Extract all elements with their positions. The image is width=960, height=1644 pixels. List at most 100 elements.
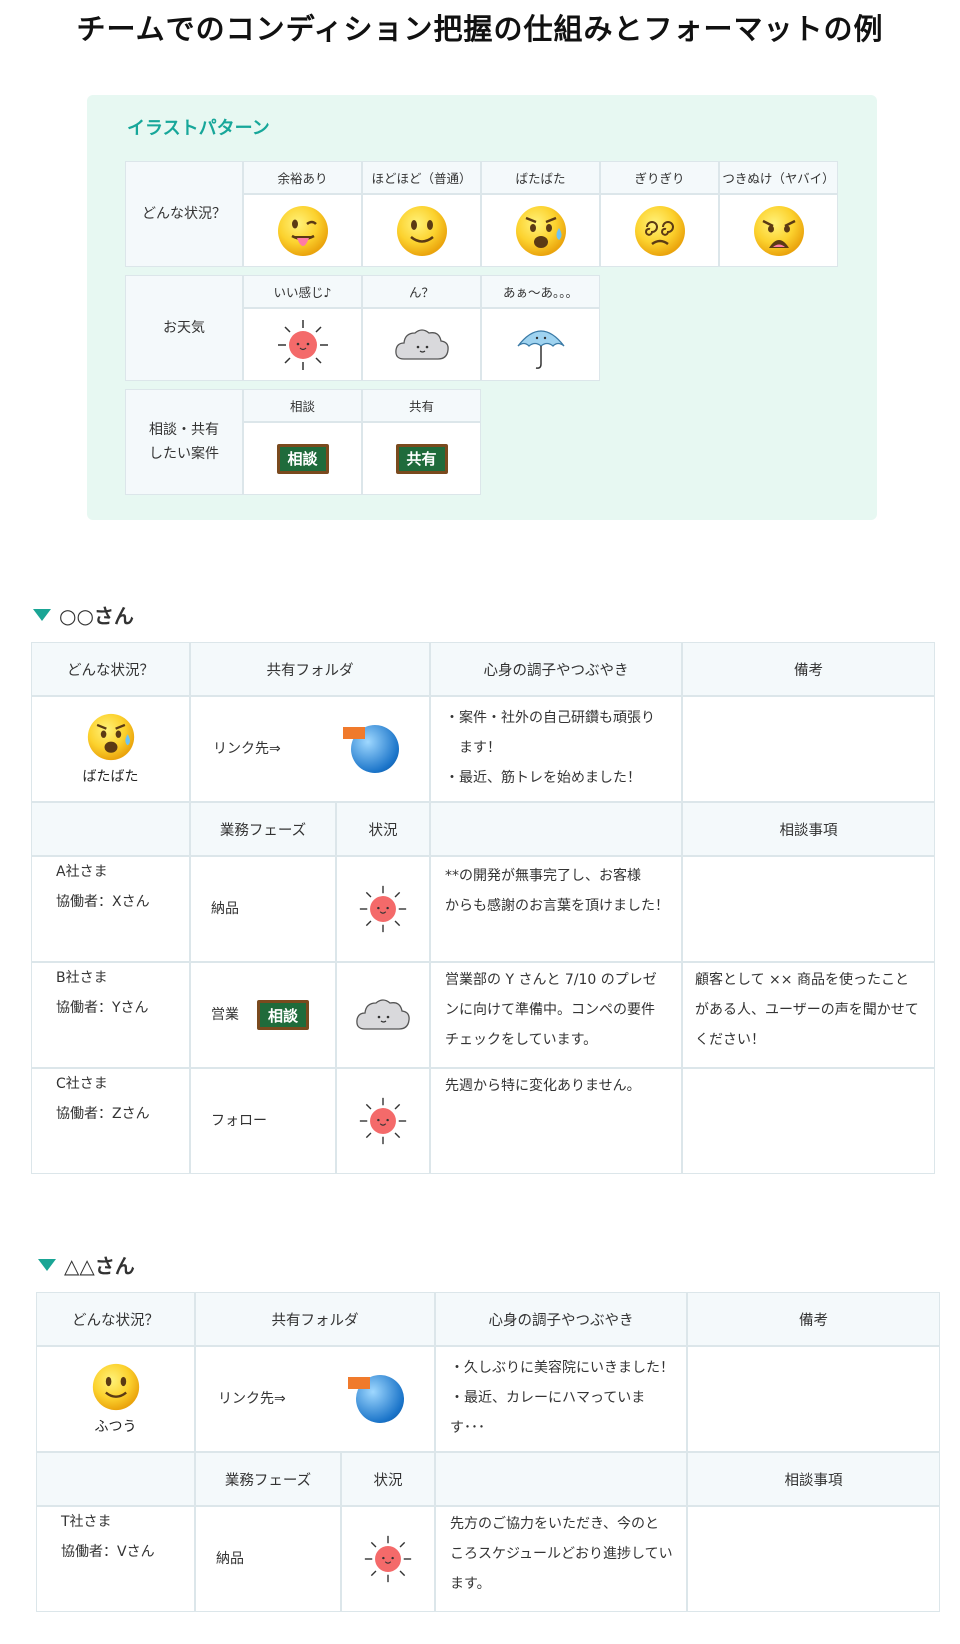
s2-tweets-cell: ・久しぶりに美容院にいきました！ ・最近、カレーにハマっています･･･: [435, 1346, 687, 1452]
note-line: ンに向けて準備中。コンペの要件: [445, 1002, 655, 1018]
s2-header-status: どんな状況？: [36, 1292, 195, 1346]
s2-folder-cell[interactable]: リンク先⇒: [195, 1346, 435, 1452]
s1-header-remarks: 備考: [682, 642, 935, 696]
s2-status-cell: ふつう: [36, 1346, 195, 1452]
kyouyu-board-icon: 共有: [395, 443, 448, 474]
consult-line: ください！: [695, 1032, 765, 1048]
sun-icon: [364, 1535, 412, 1583]
illust-label-yoyu: 余裕あり: [243, 161, 362, 194]
illust-label-n: ん？: [362, 275, 481, 308]
s1-folder-cell[interactable]: リンク先⇒: [190, 696, 430, 802]
triangle-down-icon: [38, 1258, 56, 1271]
table-row-client: T社さま 協働者：Vさん: [36, 1506, 195, 1612]
illust-label-batabata: ばたばた: [481, 161, 600, 194]
phase-cell: 納品: [190, 856, 336, 962]
consult-cell: [687, 1506, 940, 1612]
section-name-1: ○○さん: [59, 604, 134, 628]
s2-subheader-note: [435, 1452, 687, 1506]
client-name: T社さま: [61, 1514, 112, 1530]
sweat-face-icon: [87, 713, 134, 761]
illust-label-girigiri: ぎりぎり: [600, 161, 719, 194]
s2-tweet-line-2: ・最近、カレーにハマっています･･･: [450, 1390, 646, 1436]
consult-cell: 顧客として ×× 商品を使ったこと がある人、ユーザーの声を聞かせて ください！: [682, 962, 935, 1068]
s1-tweet-line-2: ます！: [459, 740, 501, 756]
s1-header-tweets: 心身の調子やつぶやき: [430, 642, 682, 696]
illust-label-aa: あぁ～あ。。。: [481, 275, 600, 308]
arrow-icon: [348, 1377, 370, 1389]
illust-cell-sun: [243, 308, 362, 381]
sun-icon: [277, 319, 328, 370]
s1-tweets-cell: ・案件・社外の自己研鑽も頑張り ます！ ・最近、筋トレを始めました！: [430, 696, 682, 802]
state-cell: [341, 1506, 435, 1612]
illust-cell-tsukinuke: [719, 194, 838, 267]
s1-status-label: ばたばた: [82, 769, 139, 785]
section-heading-1: ○○さん: [33, 600, 134, 629]
illust-cell-girigiri: [600, 194, 719, 267]
globe-link-icon[interactable]: [343, 725, 399, 773]
s2-subheader-blank: [36, 1452, 195, 1506]
s2-folder-link-text[interactable]: リンク先⇒: [218, 1384, 286, 1414]
s1-header-folder: 共有フォルダ: [190, 642, 430, 696]
consult-cell: [682, 856, 935, 962]
s1-subheader-phase: 業務フェーズ: [190, 802, 336, 856]
state-cell: [336, 962, 430, 1068]
illust-label-hodohodo: ほどほど（普通）: [362, 161, 481, 194]
arrow-icon: [343, 727, 365, 739]
phase-text: 納品: [211, 901, 239, 917]
consult-line: がある人、ユーザーの声を聞かせて: [695, 1002, 919, 1018]
note-line: からも感謝のお言葉を頂けました！: [445, 898, 669, 914]
s2-subheader-state: 状況: [341, 1452, 435, 1506]
section-heading-2: △△さん: [38, 1250, 135, 1279]
note-line: ころスケジュールどおり進捗してい: [450, 1546, 673, 1562]
phase-text: 営業: [211, 1007, 239, 1023]
s2-remarks-cell: [687, 1346, 940, 1452]
illust-panel-title: イラストパターン: [127, 118, 270, 139]
globe-link-icon[interactable]: [348, 1375, 404, 1423]
illust-cell-soudan-board: 相談: [243, 422, 362, 495]
s1-subheader-state: 状況: [336, 802, 430, 856]
client-name: A社さま: [56, 864, 108, 880]
illust-cell-hodohodo: [362, 194, 481, 267]
illust-label-iikanji: いい感じ♪: [243, 275, 362, 308]
client-partner: 協働者：Xさん: [56, 894, 150, 910]
consult-cell: [682, 1068, 935, 1174]
consult-line: 顧客として ×× 商品を使ったこと: [695, 972, 909, 988]
illust-cell-kyouyu-board: 共有: [362, 422, 481, 495]
cloud-icon: [356, 999, 410, 1030]
note-line: チェックをしています。: [445, 1032, 598, 1048]
phase-cell: フォロー: [190, 1068, 336, 1174]
note-line: **の開発が無事完了し、お客様: [445, 868, 641, 884]
table-row-client: A社さま 協働者：Xさん: [31, 856, 190, 962]
s1-folder-link-text[interactable]: リンク先⇒: [213, 734, 281, 764]
note-cell: 営業部の Y さんと 7/10 のプレゼ ンに向けて準備中。コンペの要件 チェッ…: [430, 962, 682, 1068]
note-cell: 先方のご協力をいただき、今のと ころスケジュールどおり進捗してい ます。: [435, 1506, 687, 1612]
phase-text: 納品: [216, 1551, 244, 1567]
client-partner: 協働者：Zさん: [56, 1106, 150, 1122]
s2-tweet-line-1: ・久しぶりに美容院にいきました！: [450, 1360, 674, 1376]
illust-label-tsukinuke: つきぬけ（ヤバイ）: [719, 161, 838, 194]
page-title: チームでのコンディション把握の仕組みとフォーマットの例: [76, 12, 884, 46]
phase-cell: 営業 相談: [190, 962, 336, 1068]
illust-label-kyouyu: 共有: [362, 389, 481, 422]
s2-header-tweets: 心身の調子やつぶやき: [435, 1292, 687, 1346]
s1-subheader-note: [430, 802, 682, 856]
s2-status-label: ふつう: [94, 1419, 137, 1435]
illust-label-soudan: 相談: [243, 389, 362, 422]
table-row-client: B社さま 協働者：Yさん: [31, 962, 190, 1068]
s1-tweet-line-1: ・案件・社外の自己研鑽も頑張り: [445, 710, 655, 726]
smile-face-icon: [396, 205, 447, 256]
s1-subheader-blank: [31, 802, 190, 856]
illust-row-head-weather: お天気: [125, 275, 243, 381]
phase-text: フォロー: [211, 1113, 267, 1129]
soudan-board-icon: 相談: [276, 443, 329, 474]
client-name: B社さま: [56, 970, 108, 986]
illust-cell-batabata: [481, 194, 600, 267]
illust-cell-yoyu: [243, 194, 362, 267]
s2-subheader-phase: 業務フェーズ: [195, 1452, 341, 1506]
illust-cell-umbrella: [481, 308, 600, 381]
triangle-down-icon: [33, 608, 51, 621]
table-row-client: C社さま 協働者：Zさん: [31, 1068, 190, 1174]
phase-cell: 納品: [195, 1506, 341, 1612]
note-line: 先週から特に変化ありません。: [445, 1078, 641, 1094]
s2-header-folder: 共有フォルダ: [195, 1292, 435, 1346]
